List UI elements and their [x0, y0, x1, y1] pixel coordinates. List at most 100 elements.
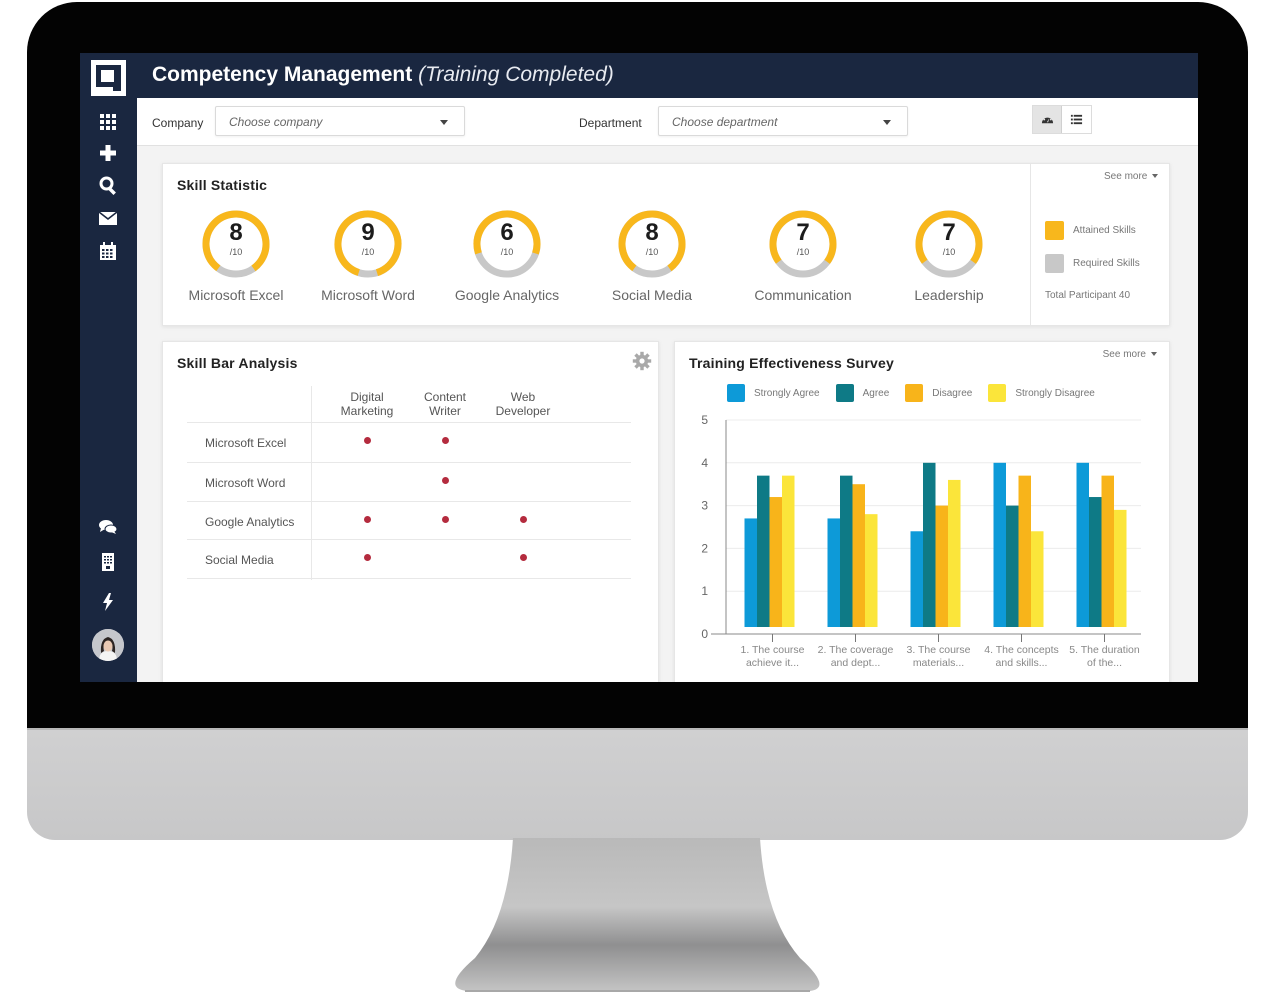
bar[interactable]	[1076, 462, 1090, 627]
skill-name: Social Media	[611, 287, 693, 303]
caret-down-icon	[1152, 174, 1159, 179]
matrix-row: Google Analytics	[187, 501, 631, 539]
bar[interactable]	[1006, 505, 1019, 627]
page-title-main: Competency Management	[152, 63, 413, 86]
bar[interactable]	[1114, 509, 1127, 627]
skill-score: 7	[942, 219, 956, 246]
legend-swatch	[905, 384, 924, 402]
skill-match-dot	[441, 477, 449, 484]
skill-ring: 7/10	[768, 209, 838, 279]
skill-gauge: 9/10 Microsoft Word	[298, 209, 438, 303]
filter-bar: Company Choose company Department Choose…	[137, 98, 1198, 146]
y-tick-label: 0	[701, 627, 708, 641]
skill-match-dot	[441, 437, 449, 444]
app-screen: Competency Management (Training Complete…	[80, 53, 1198, 682]
department-select[interactable]: Choose department	[658, 106, 908, 136]
x-tick-label: achieve it...	[746, 657, 799, 669]
view-toggle	[1032, 105, 1092, 134]
bar[interactable]	[1089, 497, 1102, 627]
skill-bar-analysis-title: Skill Bar Analysis	[177, 355, 298, 371]
bar[interactable]	[852, 484, 866, 627]
x-tick-label: of the...	[1087, 657, 1122, 669]
gear-icon[interactable]	[632, 351, 652, 371]
matrix-bottom-border	[187, 578, 631, 579]
matrix-row: Microsoft Excel	[187, 422, 631, 460]
calendar-icon[interactable]	[97, 240, 119, 262]
document-icon[interactable]	[97, 551, 119, 573]
skill-gauge: 7/10 Leadership	[879, 209, 1019, 303]
column-header-line: Marketing	[340, 404, 394, 418]
dashboard-view-button[interactable]	[1033, 106, 1062, 133]
y-tick-label: 4	[701, 456, 708, 470]
training-survey-title: Training Effectiveness Survey	[689, 355, 894, 371]
skill-name: Google Analytics	[454, 287, 560, 303]
skill-gauge: 7/10 Communication	[733, 209, 873, 303]
skill-ring: 6/10	[472, 209, 542, 279]
mail-icon[interactable]	[97, 207, 119, 229]
list-view-button[interactable]	[1062, 106, 1091, 133]
column-header-line: Digital	[350, 390, 384, 404]
matrix-row: Social Media	[187, 539, 631, 577]
app-logo-icon[interactable]	[91, 60, 126, 96]
matrix-column-header: Content Writer	[400, 390, 490, 418]
bar[interactable]	[782, 475, 795, 627]
skill-match-dot	[363, 516, 371, 523]
bar[interactable]	[865, 514, 878, 627]
bar[interactable]	[1031, 531, 1044, 627]
skill-ring: 7/10	[914, 209, 984, 279]
matrix-row-label: Microsoft Word	[205, 476, 286, 490]
lightning-icon[interactable]	[97, 591, 119, 613]
x-tick-label: 3. The course	[906, 644, 970, 656]
bar[interactable]	[744, 518, 758, 627]
bar[interactable]	[827, 518, 841, 627]
bar[interactable]	[1018, 475, 1032, 627]
legend-required: Required Skills	[1045, 254, 1140, 273]
matrix-row-label: Google Analytics	[205, 515, 295, 529]
legend-item: Strongly Agree	[727, 384, 820, 402]
company-label: Company	[152, 116, 204, 130]
y-tick-label: 1	[701, 584, 708, 598]
search-icon[interactable]	[97, 174, 119, 196]
chat-icon[interactable]	[97, 516, 119, 538]
bar[interactable]	[910, 531, 924, 627]
skill-match-dot	[363, 554, 371, 561]
department-label: Department	[579, 116, 642, 130]
company-select[interactable]: Choose company	[215, 106, 465, 136]
skill-score: 6	[500, 219, 514, 246]
column-header-line: Writer	[429, 404, 461, 418]
skill-score-max: /10	[361, 247, 375, 257]
skill-gauge: 8/10 Microsoft Excel	[166, 209, 306, 303]
x-tick-label: 1. The course	[740, 644, 804, 656]
bar[interactable]	[935, 505, 949, 627]
page-title-status: (Training Completed)	[418, 63, 614, 86]
see-more-label: See more	[1102, 349, 1146, 360]
see-more-button[interactable]: See more	[1104, 171, 1159, 182]
skill-gauge: 6/10 Google Analytics	[437, 209, 577, 303]
bar[interactable]	[769, 497, 783, 627]
bar[interactable]	[1101, 475, 1115, 627]
apps-grid-icon[interactable]	[97, 111, 119, 133]
skill-statistic-title: Skill Statistic	[177, 177, 268, 193]
skill-name: Communication	[754, 287, 852, 303]
x-tick-label: 4. The concepts	[984, 644, 1059, 656]
column-header-line: Web	[510, 390, 536, 404]
bar[interactable]	[840, 475, 853, 627]
total-participant-text: Total Participant 40	[1045, 290, 1131, 301]
matrix-column-header: Digital Marketing	[322, 390, 412, 418]
bar[interactable]	[993, 462, 1007, 627]
skill-match-dot	[519, 516, 527, 523]
legend-swatch	[835, 384, 854, 402]
see-more-button[interactable]: See more	[1103, 349, 1157, 360]
bar[interactable]	[948, 479, 961, 627]
survey-bar-chart: 0 1 2 3 4 5 1. The courseachieve it... 2. The c…	[701, 413, 1141, 669]
skill-bar-analysis-card: Skill Bar Analysis Digital Marketing Conte…	[162, 341, 659, 682]
plus-icon[interactable]	[97, 142, 119, 164]
x-tick-label: and dept...	[831, 657, 881, 669]
bar[interactable]	[757, 475, 770, 627]
y-tick-label: 5	[701, 413, 708, 427]
matrix-row-label: Microsoft Excel	[205, 436, 287, 450]
user-avatar[interactable]	[92, 629, 124, 661]
bar[interactable]	[923, 462, 936, 627]
skill-ring: 9/10	[333, 209, 403, 279]
caret-down-icon	[1151, 352, 1157, 357]
